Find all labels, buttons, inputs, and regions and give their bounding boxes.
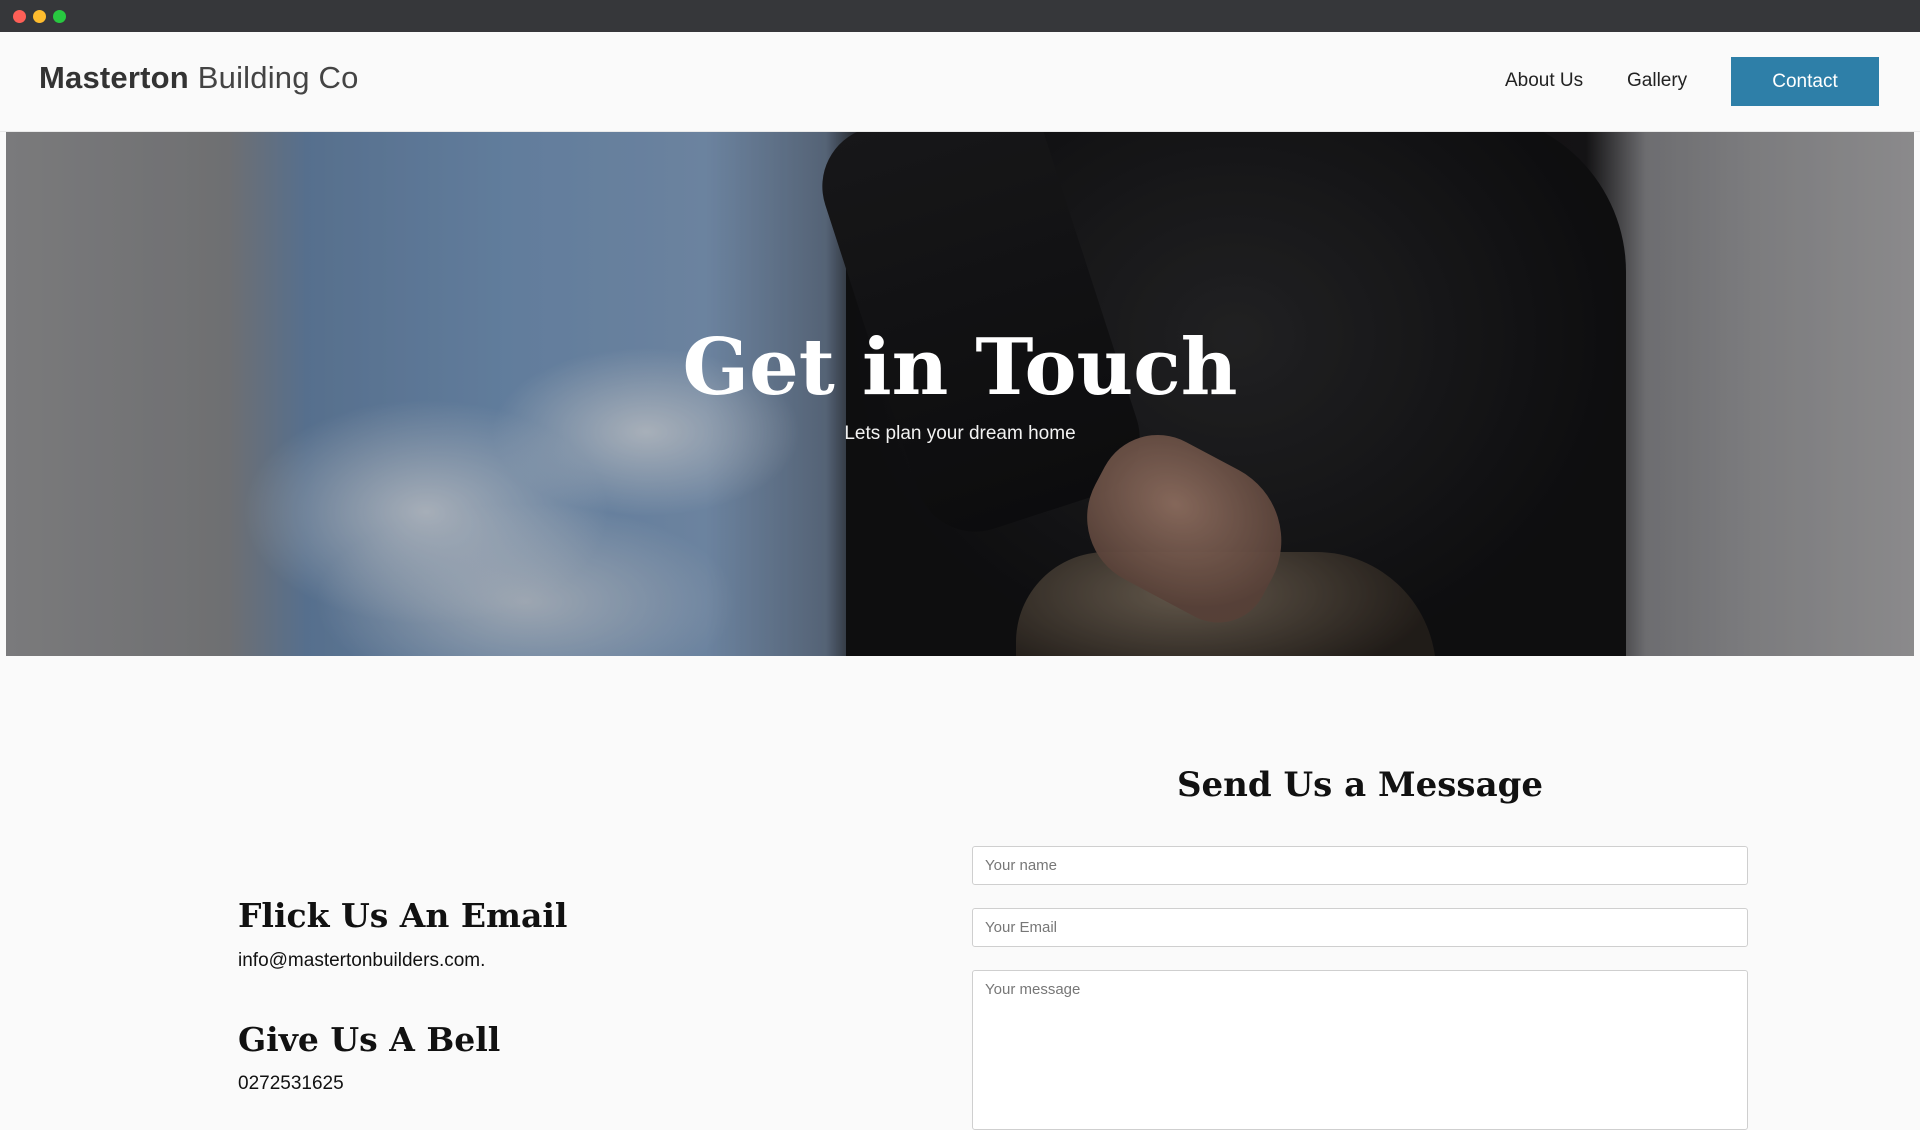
phone-number[interactable]: 0272531625 (238, 1073, 344, 1095)
hero-title: Get in Touch (682, 322, 1238, 413)
brand-name-rest: Building Co (197, 60, 359, 95)
maximize-window-button[interactable] (53, 10, 66, 23)
message-textarea[interactable] (972, 970, 1748, 1130)
email-heading: Flick Us An Email (238, 896, 568, 935)
name-input[interactable] (972, 846, 1748, 885)
window-titlebar (0, 0, 1920, 32)
email-address[interactable]: info@mastertonbuilders.com. (238, 950, 485, 972)
phone-heading: Give Us A Bell (238, 1020, 501, 1059)
nav-about-us[interactable]: About Us (1505, 70, 1583, 92)
brand-name-bold: Masterton (39, 60, 189, 95)
contact-button[interactable]: Contact (1731, 57, 1879, 106)
hero-subtitle: Lets plan your dream home (844, 423, 1076, 444)
minimize-window-button[interactable] (33, 10, 46, 23)
contact-form-title: Send Us a Message (1177, 765, 1543, 805)
email-input[interactable] (972, 908, 1748, 947)
nav-gallery[interactable]: Gallery (1627, 70, 1687, 92)
close-window-button[interactable] (13, 10, 26, 23)
brand-logo[interactable]: Masterton Building Co (39, 60, 359, 96)
hero-banner: Get in Touch Lets plan your dream home (6, 132, 1914, 656)
site-header: Masterton Building Co About Us Gallery C… (0, 32, 1920, 132)
